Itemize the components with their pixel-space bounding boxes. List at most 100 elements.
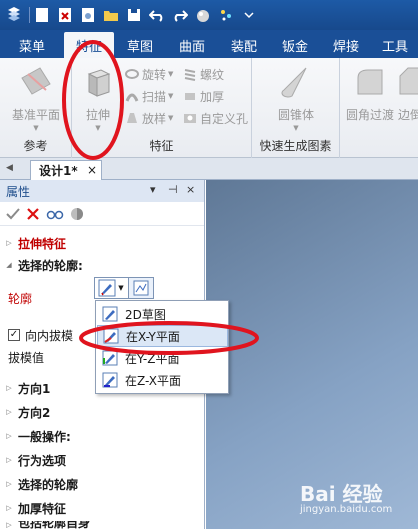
cone-label: 圆锥体 (277, 108, 314, 122)
cone-button[interactable]: 圆锥体 ▼ (272, 64, 320, 132)
panel-title: 属性 (6, 184, 31, 199)
sweep-icon (124, 88, 140, 104)
reference-group-label: 参考 (23, 139, 48, 153)
app-logo-icon[interactable] (4, 5, 24, 25)
menu-item-yz-plane[interactable]: 在Y-Z平面 (97, 347, 228, 369)
chevron-down-icon[interactable]: ▼ (118, 284, 128, 292)
datum-plane-button[interactable]: 基准平面 ▼ (8, 64, 64, 132)
menu-item-xy-plane[interactable]: 在X-Y平面 (97, 325, 228, 347)
fillet-label: 圆角过渡 (346, 108, 395, 122)
folder-icon[interactable] (101, 5, 121, 25)
quick-access-toolbar (0, 0, 418, 30)
modify-group: 圆角过渡 边倒 (340, 58, 418, 158)
loft-label: 放样 (142, 111, 167, 126)
selected-profile-header[interactable]: ◢ 选择的轮廓: (0, 254, 205, 276)
revolve-label: 旋转 (142, 67, 167, 82)
section-direction-2[interactable]: ▷ 方向2 (0, 401, 205, 423)
section-label: 方向2 (18, 405, 51, 420)
section-general-operation[interactable]: ▷ 一般操作: (0, 425, 205, 447)
thicken-icon (182, 88, 198, 104)
datum-plane-icon (21, 67, 51, 95)
tab-menu[interactable]: 菜单 (0, 32, 64, 58)
loft-button[interactable]: 放样 ▼ (124, 108, 173, 128)
profile-selector[interactable]: ▼ (94, 277, 154, 299)
chamfer-button[interactable]: 边倒 (398, 64, 418, 123)
section-label: 包括轮廓自身 (18, 521, 91, 529)
extrude-label: 拉伸 (85, 108, 110, 122)
section-label: 加厚特征 (18, 501, 67, 516)
tab-sketch[interactable]: 草图 (114, 32, 166, 58)
properties-icon[interactable] (78, 5, 98, 25)
cone-icon (281, 67, 307, 98)
sketch-2d-icon (101, 305, 119, 323)
new-file-icon[interactable] (32, 5, 52, 25)
redo-icon[interactable] (170, 5, 190, 25)
open-file-icon[interactable] (55, 5, 75, 25)
section-selected-profile[interactable]: ▷ 选择的轮廓 (0, 473, 205, 495)
preview-glasses-icon[interactable] (46, 207, 64, 221)
3d-viewport[interactable] (206, 180, 418, 529)
inward-draft-checkbox[interactable]: ✓ (8, 329, 20, 341)
thread-button[interactable]: 螺纹 (182, 64, 224, 84)
revolve-button[interactable]: 旋转 ▼ (124, 64, 173, 84)
fillet-button[interactable]: 圆角过渡 (346, 64, 394, 123)
feature-group-label: 特征 (149, 139, 174, 153)
tab-assembly[interactable]: 装配 (218, 32, 270, 58)
extrude-feature-section[interactable]: ▷ 拉伸特征 (0, 232, 205, 254)
chevron-down-icon: ▼ (168, 114, 174, 122)
shade-sphere-icon[interactable] (70, 207, 84, 221)
menu-item-2d-sketch[interactable]: 2D草图 (97, 303, 228, 325)
sparkle-icon[interactable] (216, 5, 236, 25)
checkmark-icon[interactable] (6, 207, 20, 221)
reference-group: 基准平面 ▼ 参考 (0, 58, 72, 158)
tab-feature[interactable]: 特征 (64, 32, 114, 58)
profile-dropdown-menu: 2D草图 在X-Y平面 在Y-Z平面 在Z-X平面 (95, 300, 229, 394)
expand-triangle-icon: ▷ (6, 239, 12, 247)
cancel-icon[interactable] (26, 207, 40, 221)
menu-item-label: 2D草图 (125, 307, 166, 322)
chevron-down-icon: ▼ (33, 124, 39, 132)
selected-profile-label: 选择的轮廓: (18, 258, 83, 273)
panel-toolbar (0, 202, 204, 226)
thread-icon (182, 66, 198, 82)
render-icon[interactable] (193, 5, 213, 25)
sweep-button[interactable]: 扫描 ▼ (124, 86, 173, 106)
close-icon[interactable]: × (186, 183, 195, 196)
chamfer-label: 边倒 (398, 108, 418, 122)
chevron-down-icon: ▼ (168, 92, 174, 100)
section-thicken-feature[interactable]: ▷ 加厚特征 (0, 497, 205, 519)
thread-label: 螺纹 (200, 67, 225, 82)
expand-triangle-icon: ▷ (6, 521, 12, 529)
expand-triangle-icon: ▷ (6, 480, 12, 488)
chevron-down-icon[interactable] (239, 5, 259, 25)
tab-tools[interactable]: 工具 (372, 32, 418, 58)
profile-label: 轮廓 (8, 291, 33, 306)
expand-triangle-icon: ▷ (6, 408, 12, 416)
xy-plane-icon (102, 327, 120, 345)
thicken-button[interactable]: 加厚 (182, 86, 224, 106)
ribbon-tab-bar: 菜单 特征 草图 曲面 装配 钣金 焊接 工具 (0, 30, 418, 58)
section-cut-off: ▷ 包括轮廓自身 (0, 521, 205, 529)
tab-sheet-metal[interactable]: 钣金 (270, 32, 320, 58)
zx-plane-icon (101, 371, 119, 389)
sketch-pencil-icon[interactable] (95, 278, 118, 298)
panel-menu-icon[interactable]: ▾ (150, 183, 156, 196)
tab-weld[interactable]: 焊接 (320, 32, 372, 58)
toolbar-separator (29, 7, 30, 23)
tab-surface[interactable]: 曲面 (166, 32, 218, 58)
section-behavior-options[interactable]: ▷ 行为选项 (0, 449, 205, 471)
custom-hole-button[interactable]: 自定义孔 (182, 108, 248, 128)
pin-icon[interactable]: ⊣ (168, 183, 178, 196)
menu-item-label: 在Y-Z平面 (125, 351, 180, 366)
extrude-button[interactable]: 拉伸 ▼ (78, 64, 118, 132)
quick-shape-group: 圆锥体 ▼ 快速生成图素 (252, 58, 340, 158)
save-icon[interactable] (124, 5, 144, 25)
menu-item-zx-plane[interactable]: 在Z-X平面 (97, 369, 228, 391)
undo-icon[interactable] (147, 5, 167, 25)
section-label: 一般操作: (18, 429, 71, 444)
document-tab[interactable]: 设计1* × (30, 160, 102, 180)
section-label: 行为选项 (18, 453, 67, 468)
sketch-image-icon[interactable] (127, 278, 153, 298)
tab-scroll-left-icon[interactable]: ◀ (6, 163, 13, 173)
close-icon[interactable]: × (87, 163, 97, 177)
